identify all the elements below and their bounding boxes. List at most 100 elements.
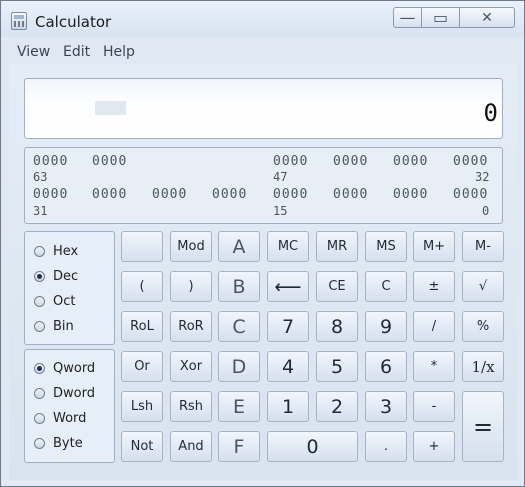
backspace-icon: ⟵ [274,275,302,298]
multiply-key[interactable]: * [413,351,455,382]
rotate-left-key[interactable]: RoL [121,311,163,342]
radio-oct-label: Oct [53,294,76,309]
memory-add-key[interactable]: M+ [413,231,455,262]
radio-hex[interactable]: Hex [34,244,78,259]
radio-dword-label: Dword [53,386,95,401]
minimize-icon: — [399,8,416,27]
radio-dword-dot [34,388,45,399]
radio-oct[interactable]: Oct [34,294,75,309]
bit-display: 0000 0000 0000 0000 0000 0000 63 47 32 0… [24,147,503,224]
bit-position-label: 32 [475,170,490,184]
equals-key[interactable]: = [462,391,504,462]
digit-1-key[interactable]: 1 [267,391,309,422]
radio-dec-dot [34,271,45,282]
wordsize-radio-group: Qword Dword Word Byte [24,349,115,463]
digit-5-key[interactable]: 5 [316,351,358,382]
hex-d-key[interactable]: D [218,351,260,382]
digit-8-key[interactable]: 8 [316,311,358,342]
radio-word-label: Word [53,411,87,426]
bit-position-label: 31 [33,204,48,218]
display-value: 0 [483,99,498,127]
blank-key[interactable] [121,231,163,262]
radio-byte[interactable]: Byte [34,436,83,451]
digit-6-key[interactable]: 6 [365,351,407,382]
memory-subtract-key[interactable]: M- [462,231,504,262]
hex-c-key[interactable]: C [218,311,260,342]
mod-key[interactable]: Mod [170,231,212,262]
digit-3-key[interactable]: 3 [365,391,407,422]
reciprocal-key[interactable]: 1/x [462,351,504,382]
rotate-right-key[interactable]: RoR [170,311,212,342]
bit-nibble: 0000 [453,187,489,202]
menu-view[interactable]: View [17,44,50,60]
or-key[interactable]: Or [121,351,163,382]
left-shift-key[interactable]: Lsh [121,391,163,422]
result-display: 0 [24,78,503,139]
bit-nibble: 0000 [333,154,369,169]
and-key[interactable]: And [170,431,212,462]
memory-recall-key[interactable]: MR [316,231,358,262]
radio-dec[interactable]: Dec [34,269,78,284]
backspace-key[interactable]: ⟵ [267,271,309,302]
minimize-button[interactable]: — [393,7,422,28]
memory-store-key[interactable]: MS [365,231,407,262]
hex-a-key[interactable]: A [218,231,260,262]
percent-key[interactable]: % [462,311,504,342]
radio-hex-label: Hex [53,244,79,259]
title-bar[interactable]: Calculator — ▭ ✕ [1,1,524,37]
base-radio-group: Hex Dec Oct Bin [24,231,115,345]
radio-dword[interactable]: Dword [34,386,95,401]
hex-e-key[interactable]: E [218,391,260,422]
bit-position-label: 0 [482,204,490,218]
maximize-button[interactable]: ▭ [422,7,460,28]
digit-9-key[interactable]: 9 [365,311,407,342]
radio-qword-dot [34,363,45,374]
radio-word-dot [34,413,45,424]
bit-nibble: 0000 [273,154,309,169]
clear-key[interactable]: C [365,271,407,302]
radio-bin-label: Bin [53,319,74,334]
open-paren-key[interactable]: ( [121,271,163,302]
bit-nibble: 0000 [33,154,69,169]
radio-oct-dot [34,296,45,307]
close-icon: ✕ [481,9,493,26]
digit-2-key[interactable]: 2 [316,391,358,422]
window-title: Calculator [35,13,112,31]
radio-qword[interactable]: Qword [34,361,95,376]
xor-key[interactable]: Xor [170,351,212,382]
hex-f-key[interactable]: F [218,431,260,462]
bit-nibble: 0000 [33,187,69,202]
negate-key[interactable]: ± [413,271,455,302]
hex-b-key[interactable]: B [218,271,260,302]
close-button[interactable]: ✕ [460,7,515,28]
bit-position-label: 47 [273,170,288,184]
radio-byte-label: Byte [53,436,83,451]
bit-nibble: 0000 [152,187,188,202]
menu-edit[interactable]: Edit [63,44,90,60]
bit-nibble: 0000 [273,187,309,202]
divide-key[interactable]: / [413,311,455,342]
plus-key[interactable]: + [413,431,455,462]
radio-word[interactable]: Word [34,411,86,426]
sqrt-key[interactable]: √ [462,271,504,302]
menu-help[interactable]: Help [103,44,135,60]
menu-bar: View Edit Help [9,39,517,64]
minus-key[interactable]: - [413,391,455,422]
right-shift-key[interactable]: Rsh [170,391,212,422]
radio-bin[interactable]: Bin [34,319,74,334]
memory-clear-key[interactable]: MC [267,231,309,262]
bit-nibble: 0000 [212,187,248,202]
bit-position-label: 63 [33,170,48,184]
close-paren-key[interactable]: ) [170,271,212,302]
digit-7-key[interactable]: 7 [267,311,309,342]
decimal-key[interactable]: . [365,431,407,462]
radio-hex-dot [34,246,45,257]
not-key[interactable]: Not [121,431,163,462]
digit-4-key[interactable]: 4 [267,351,309,382]
bit-nibble: 0000 [92,154,128,169]
bit-nibble: 0000 [453,154,489,169]
clear-entry-key[interactable]: CE [316,271,358,302]
digit-0-key[interactable]: 0 [267,431,358,462]
radio-qword-label: Qword [53,361,96,376]
radio-bin-dot [34,321,45,332]
